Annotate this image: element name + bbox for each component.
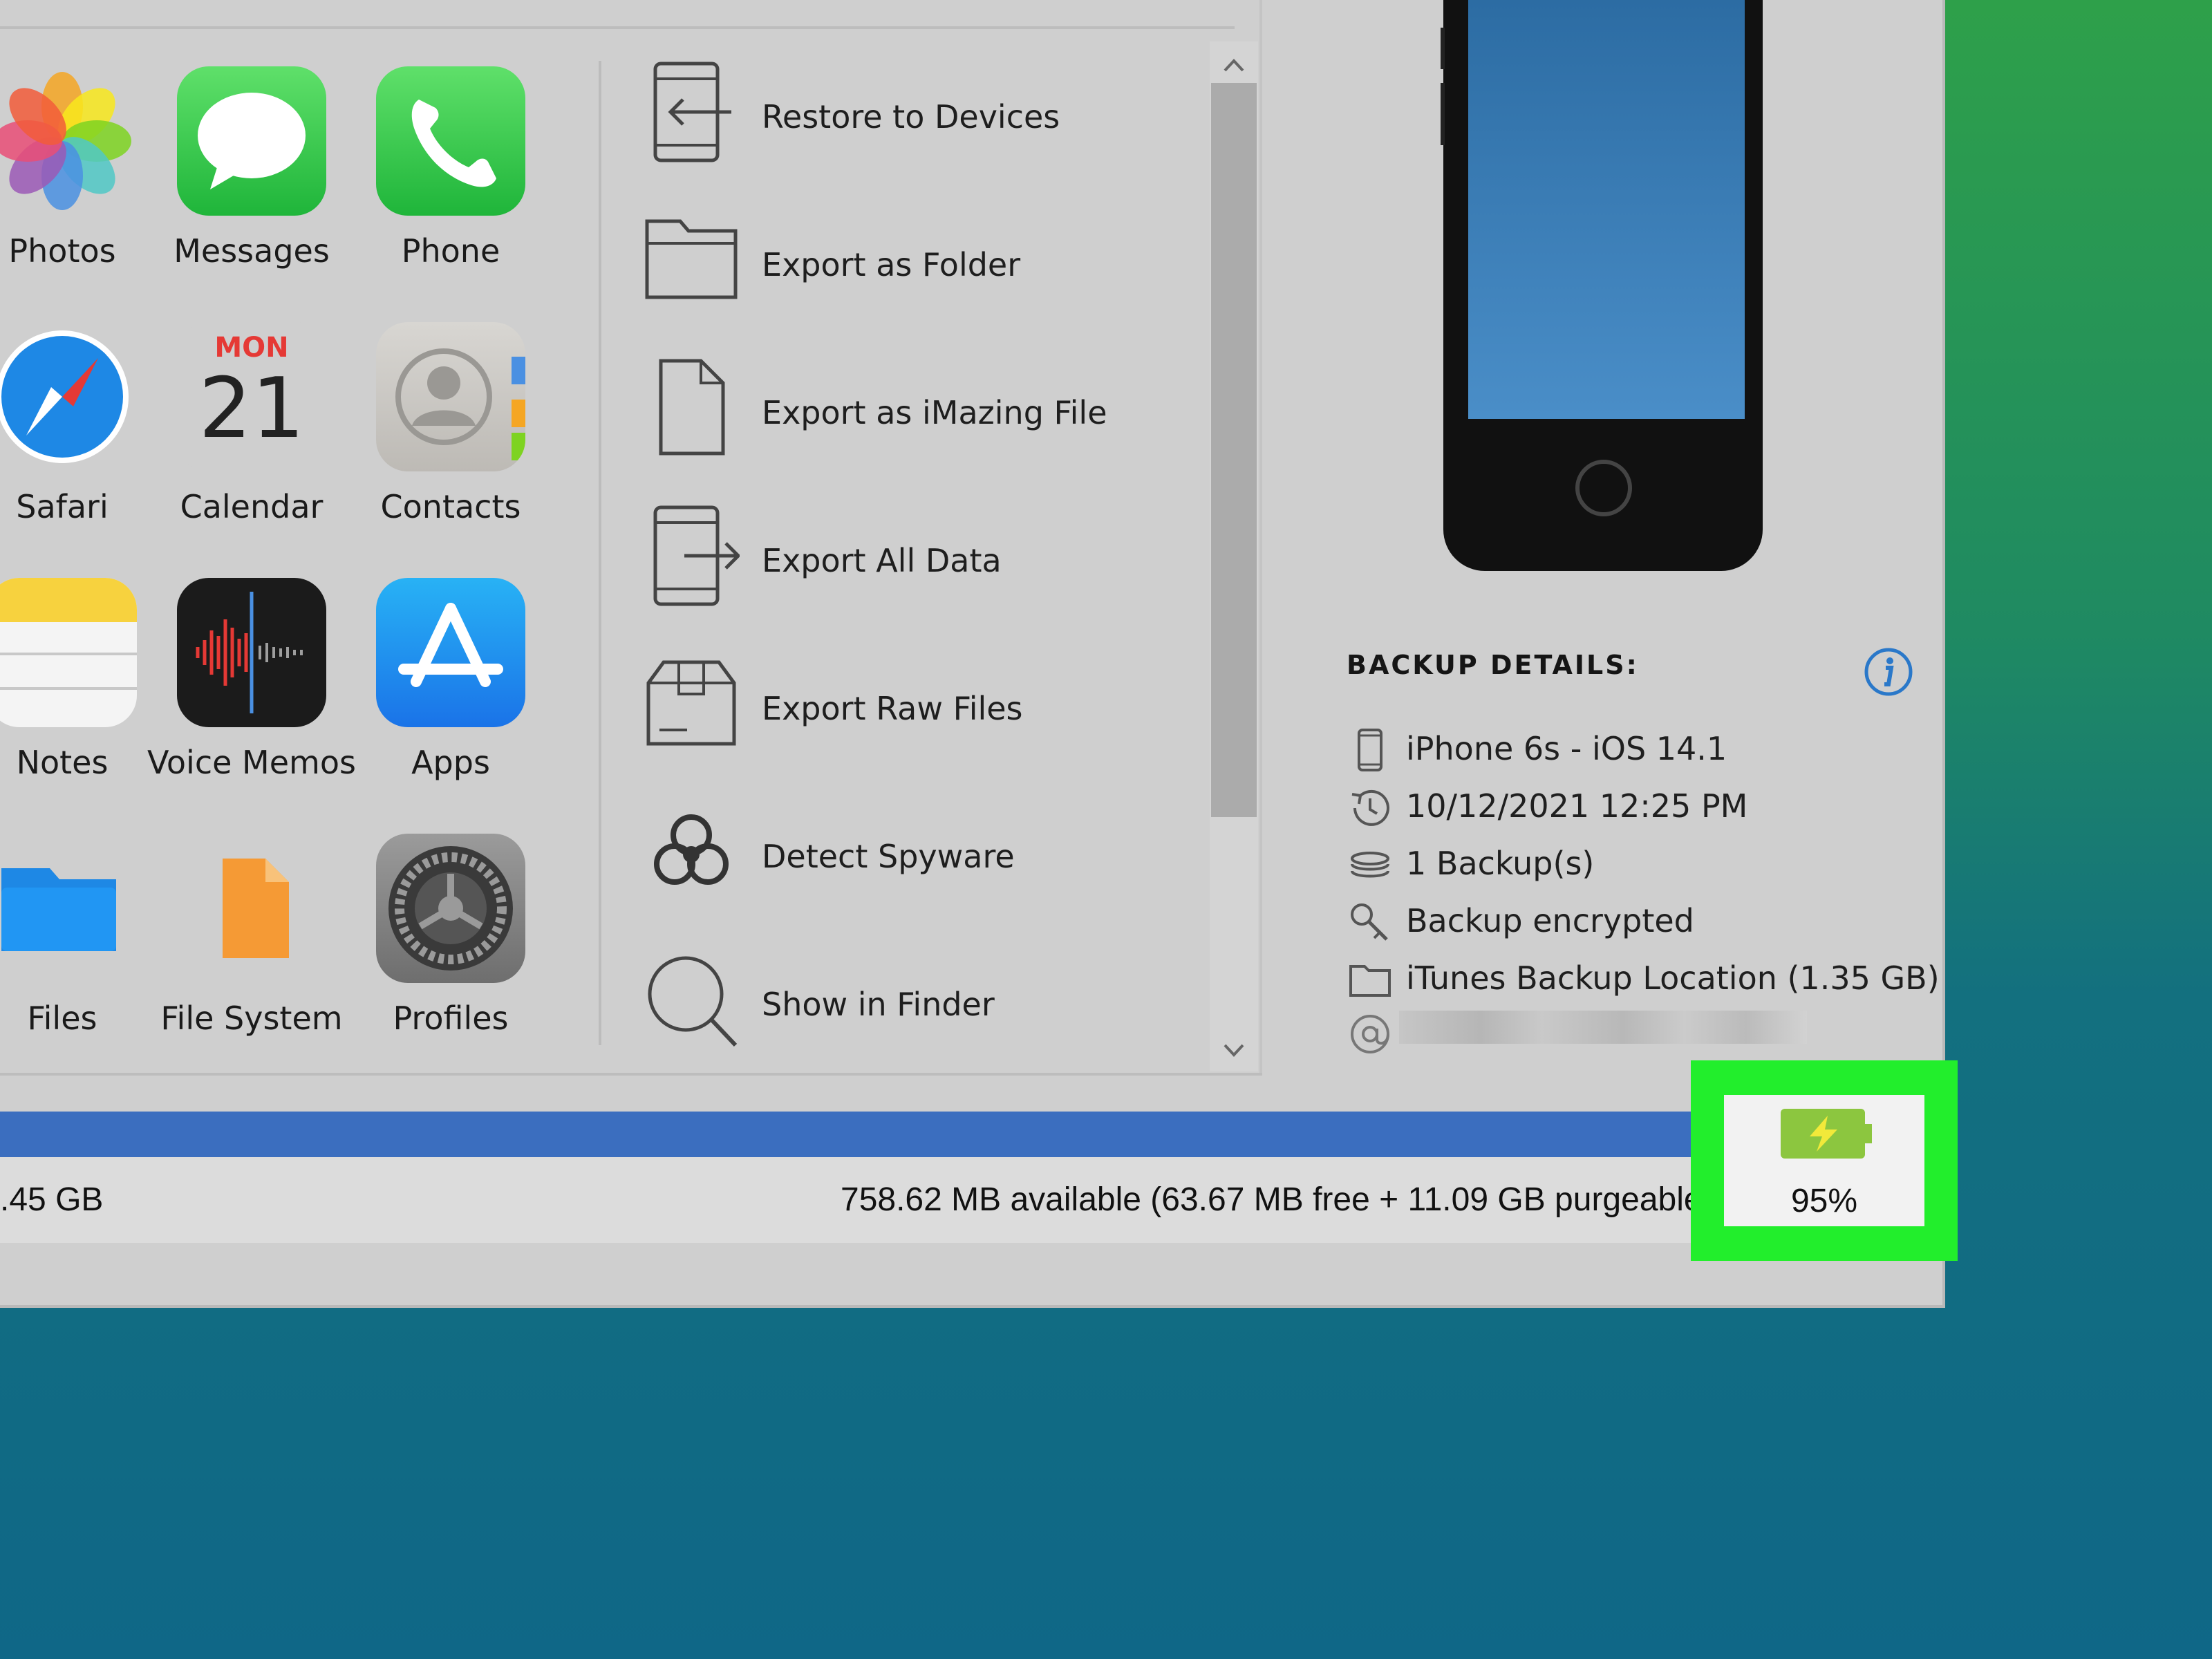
restore-to-devices-action[interactable]: Restore to Devices [643,57,1196,181]
backup-device: iPhone 6s - iOS 14.1 [1406,730,1727,767]
files-icon [0,834,137,983]
file-system-icon [177,834,326,983]
key-icon [1351,903,1388,941]
box-icon [646,660,736,746]
scroll-up-arrow-icon[interactable] [1211,44,1257,86]
calendar-day: MON [214,332,289,364]
magnifier-icon [648,956,738,1047]
backup-location-row[interactable]: iTunes Backup Location (1.35 GB) [1348,955,1940,1004]
backup-device-row: iPhone 6s - iOS 14.1 [1348,726,1929,774]
photos-icon [0,66,137,216]
settings-gear-icon [376,834,525,983]
backup-date-row: 10/12/2021 12:25 PM [1348,783,1929,832]
app-label: Contacts [380,488,521,525]
app-label: Apps [411,744,490,781]
storage-available: 758.62 MB available (63.67 MB free + 11.… [841,1181,1703,1218]
show-in-finder-action[interactable]: Show in Finder [643,944,1196,1069]
action-label: Export as Folder [762,246,1021,283]
imazing-window: Photos Messages Phone Safari MON 21 Cale… [0,0,1945,1308]
backup-details-title: BACKUP DETAILS: [1347,650,1639,680]
export-device-icon [653,505,740,606]
app-label: Messages [174,232,330,270]
detect-spyware-action[interactable]: Detect Spyware [643,796,1196,921]
action-label: Export Raw Files [762,690,1023,727]
scroll-down-arrow-icon[interactable] [1211,1030,1257,1071]
export-all-data-action[interactable]: Export All Data [643,500,1196,625]
app-label: Phone [401,232,500,270]
folder-outline-icon [1349,965,1391,997]
backup-encrypted: Backup encrypted [1406,902,1694,939]
top-divider [0,26,1235,29]
action-label: Export All Data [762,542,1002,579]
action-label: Restore to Devices [762,98,1060,135]
calendar-icon: MON 21 [177,322,326,471]
backup-encrypted-row: Backup encrypted [1348,898,1929,946]
battery-charging-icon [1781,1109,1872,1159]
app-label: Calendar [180,488,324,525]
app-label: Voice Memos [147,744,356,781]
calendar-date: 21 [198,361,305,457]
action-label: Export as iMazing File [762,394,1107,431]
contacts-icon [376,322,525,471]
bottom-divider [0,1073,1262,1076]
action-label: Show in Finder [762,986,995,1023]
export-raw-files-action[interactable]: Export Raw Files [643,648,1196,773]
info-icon[interactable] [1862,646,1915,698]
backup-date: 10/12/2021 12:25 PM [1406,787,1748,825]
messages-icon [177,66,326,216]
folder-icon [645,219,738,299]
stack-icon [1351,852,1389,878]
backup-location: iTunes Backup Location (1.35 GB) [1406,959,1940,997]
phone-outline-icon [1358,729,1382,771]
blurred-email [1399,1011,1807,1044]
biohazard-icon [654,814,729,885]
export-as-imazing-file-action[interactable]: Export as iMazing File [643,353,1196,477]
panel-divider [599,61,601,1045]
at-sign-icon [1351,1015,1389,1053]
export-as-folder-action[interactable]: Export as Folder [643,205,1196,329]
app-label: File System [160,1000,343,1037]
history-icon [1351,789,1389,826]
side-panel-divider [1259,0,1262,1073]
phone-icon [376,66,525,216]
safari-icon [0,322,137,471]
action-label: Detect Spyware [762,838,1015,875]
scrollbar-thumb[interactable] [1211,83,1257,817]
iphone-image [1441,0,1763,571]
storage-capacity-bar [0,1112,1700,1157]
battery-percent: 95% [1790,1183,1858,1219]
restore-device-icon [653,62,731,162]
notes-icon [0,578,137,727]
storage-total: .45 GB [0,1181,104,1218]
backup-count-row: 1 Backup(s) [1348,841,1929,889]
app-label: Profiles [393,1000,509,1037]
voice-memos-icon [177,578,326,727]
app-store-icon [376,578,525,727]
file-icon [659,359,725,456]
backup-count: 1 Backup(s) [1406,845,1595,882]
